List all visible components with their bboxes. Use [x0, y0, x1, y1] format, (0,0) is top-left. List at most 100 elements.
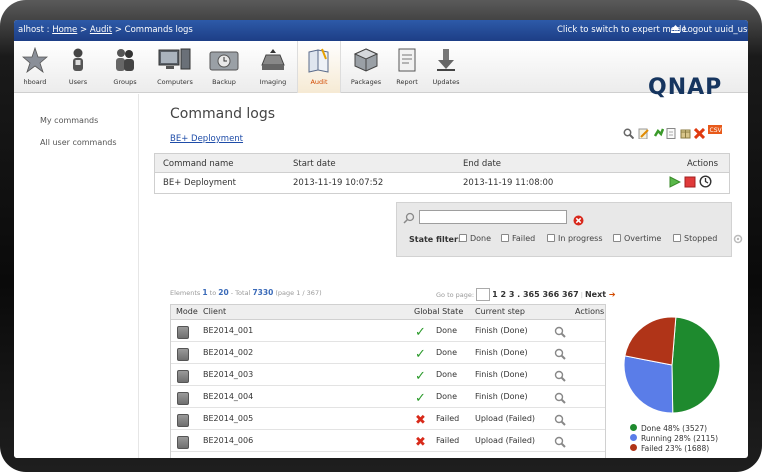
svg-text:CSV: CSV — [710, 127, 723, 134]
deployment-link[interactable]: BE+ Deployment — [170, 134, 243, 144]
checkmark-icon: ✓ — [415, 325, 426, 340]
toolbar-users[interactable]: Users — [58, 41, 98, 93]
imaging-icon — [260, 47, 286, 73]
sidebar-item-all-user-commands[interactable]: All user commands — [40, 138, 117, 147]
refresh-icon[interactable] — [653, 124, 665, 137]
column-header: Global State — [414, 307, 464, 316]
computer-mode-icon — [177, 414, 189, 427]
next-label: Next — [584, 290, 607, 299]
legend-item: Done 48% (3527) — [630, 424, 718, 434]
filter-in-progress-checkbox[interactable]: In progress — [547, 234, 603, 243]
global-state: Done — [436, 392, 458, 401]
settings-gear-icon[interactable] — [733, 229, 743, 248]
global-state: Failed — [436, 436, 460, 445]
clock-icon[interactable] — [699, 175, 712, 191]
gift-icon[interactable] — [680, 124, 691, 139]
main-content: Command logs BE+ Deployment CSV Command … — [140, 94, 748, 458]
breadcrumb-audit-link[interactable]: Audit — [90, 25, 112, 35]
toolbar-groups[interactable]: Groups — [104, 41, 146, 93]
zoom-icon[interactable] — [554, 348, 566, 360]
zoom-icon[interactable] — [554, 436, 566, 448]
start-date: 2013-11-19 10:07:52 — [293, 178, 384, 188]
sidebar-item-my-commands[interactable]: My commands — [40, 116, 98, 125]
filter-option-label: Overtime — [624, 234, 662, 243]
page-links[interactable]: 1 2 3 . 365 366 367 — [492, 290, 579, 299]
clients-table-header: Mode Client Global State Current step Ac… — [171, 305, 605, 320]
delete-icon[interactable] — [693, 124, 706, 140]
client-name: BE2014_002 — [203, 348, 254, 357]
column-header: Client — [203, 307, 227, 316]
table-row[interactable]: BE2014_004 ✓ Done Finish (Done) — [171, 386, 605, 408]
zoom-icon[interactable] — [554, 370, 566, 382]
clients-table: Mode Client Global State Current step Ac… — [170, 304, 606, 458]
zoom-icon[interactable] — [554, 326, 566, 338]
groups-icon — [112, 47, 138, 73]
filter-overtime-checkbox[interactable]: Overtime — [613, 234, 661, 243]
column-header: Command name — [163, 159, 234, 169]
command-table: Command name Start date End date Actions… — [154, 153, 730, 194]
stop-icon[interactable] — [684, 176, 696, 191]
table-row[interactable]: BE2014_001 ✓ Done Finish (Done) — [171, 320, 605, 342]
logout-link[interactable]: Logout uuid_use — [671, 20, 748, 42]
filter-failed-checkbox[interactable]: Failed — [501, 234, 535, 243]
command-name: BE+ Deployment — [163, 178, 237, 188]
table-row[interactable]: BE2014_006 ✖ Failed Upload (Failed) — [171, 430, 605, 452]
play-icon[interactable] — [669, 176, 682, 191]
table-row[interactable]: BE2014_007✓DoneFinish (Done) — [171, 452, 605, 458]
pie-slice-done — [671, 316, 721, 414]
edit-icon[interactable] — [638, 124, 649, 140]
filter-option-label: Stopped — [684, 234, 718, 243]
elements-total-word: - Total — [228, 289, 253, 297]
toolbar-imaging[interactable]: Imaging — [250, 41, 296, 93]
client-name: BE2014_005 — [203, 414, 254, 423]
expert-mode-link[interactable]: Click to switch to expert mode — [557, 20, 687, 41]
toolbar-label: Computers — [157, 78, 193, 86]
toolbar-label: hboard — [23, 78, 47, 86]
toolbar-label: Users — [68, 78, 88, 86]
toolbar-computers[interactable]: Computers — [152, 41, 198, 93]
csv-icon[interactable]: CSV — [708, 120, 723, 134]
current-step: Upload (Failed) — [475, 414, 536, 423]
clear-search-icon[interactable] — [573, 211, 584, 230]
filter-done-checkbox[interactable]: Done — [459, 234, 491, 243]
toolbar-packages[interactable]: Packages — [344, 41, 388, 93]
legend-swatch — [630, 424, 637, 431]
arrow-right-icon: ➔ — [608, 290, 616, 299]
document-icon[interactable] — [666, 124, 677, 139]
column-header: Current step — [475, 307, 525, 316]
zoom-icon[interactable] — [554, 414, 566, 426]
toolbar-dashboard[interactable]: hboard — [14, 41, 56, 93]
column-header: Actions — [687, 159, 719, 169]
logout-label: Logout uuid_use — [683, 25, 748, 35]
toolbar-label: Report — [396, 78, 418, 86]
toolbar-label: Imaging — [259, 78, 287, 86]
computer-mode-icon — [177, 392, 189, 405]
table-row[interactable]: BE2014_002 ✓ Done Finish (Done) — [171, 342, 605, 364]
computer-mode-icon — [177, 370, 189, 383]
filter-stopped-checkbox[interactable]: Stopped — [673, 234, 717, 243]
main-toolbar: hboard Users Groups Computers Backup Ima… — [14, 41, 748, 100]
legend-item: Failed 23% (1688) — [630, 444, 718, 454]
pie-legend: Done 48% (3527) Running 28% (2115) Failed … — [630, 424, 718, 454]
toolbar-audit[interactable]: Audit — [297, 41, 341, 93]
breadcrumb-home-link[interactable]: Home — [52, 25, 77, 35]
zoom-icon[interactable] — [554, 392, 566, 404]
table-row[interactable]: BE2014_005 ✖ Failed Upload (Failed) — [171, 408, 605, 430]
next-page-link[interactable]: Next ➔ — [585, 290, 616, 299]
table-row[interactable]: BE2014_003 ✓ Done Finish (Done) — [171, 364, 605, 386]
zoom-icon[interactable] — [623, 124, 635, 140]
filter-option-label: Failed — [512, 234, 536, 243]
goto-page-input[interactable] — [476, 288, 491, 301]
toolbar-label: Packages — [350, 78, 382, 86]
search-input[interactable] — [419, 210, 567, 224]
legend-label: Failed 23% (1688) — [641, 444, 710, 453]
legend-item: Running 28% (2115) — [630, 434, 718, 444]
toolbar-report[interactable]: Report — [390, 41, 424, 93]
toolbar-updates[interactable]: Updates — [426, 41, 466, 93]
table-row[interactable]: BE+ Deployment 2013-11-19 10:07:52 2013-… — [155, 173, 729, 193]
packages-icon — [353, 47, 379, 73]
checkmark-icon: ✓ — [415, 347, 426, 362]
global-state: Done — [436, 326, 458, 335]
toolbar-backup[interactable]: Backup — [202, 41, 246, 93]
updates-icon — [433, 47, 459, 73]
